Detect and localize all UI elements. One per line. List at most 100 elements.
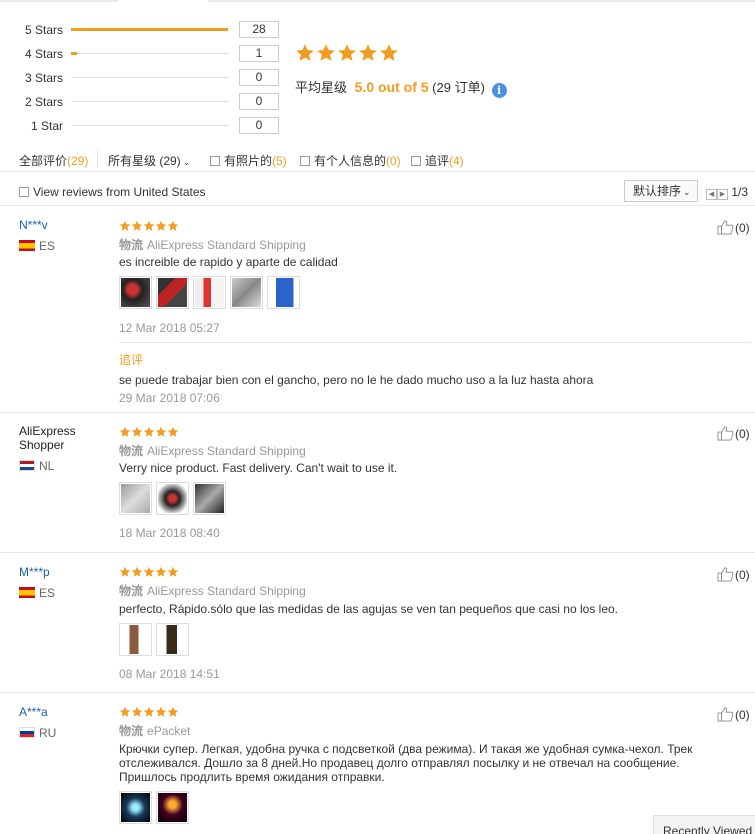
review-stars: [119, 566, 179, 578]
review-date: 08 Mar 2018 14:51: [119, 667, 220, 681]
review-photo[interactable]: [230, 276, 263, 309]
reviewer-name[interactable]: AliExpress Shopper: [19, 424, 76, 452]
review-photo[interactable]: [156, 791, 189, 824]
review-photo[interactable]: [193, 482, 226, 515]
pagination: ◀ ▶ 1/3: [706, 185, 748, 200]
star-icon: [143, 706, 155, 717]
star-icon: [143, 220, 155, 231]
checkbox[interactable]: [210, 156, 220, 166]
histogram-count: 0: [239, 69, 279, 86]
star-icon: [143, 566, 155, 577]
filter-followup[interactable]: 追评(4): [411, 152, 464, 169]
filter-with-photos[interactable]: 有照片的(5): [210, 152, 287, 169]
checkbox[interactable]: [300, 156, 310, 166]
star-icon: [131, 706, 143, 717]
divider: [97, 150, 98, 168]
review-photo[interactable]: [267, 276, 300, 309]
chevron-down-icon: ⌄: [182, 157, 191, 167]
histogram-row-3[interactable]: 3 Stars 0: [0, 66, 290, 90]
review-filter-bar: 全部评价(29) 所有星级 (29) ⌄ 有照片的(5) 有个人信息的(0) 追评…: [0, 146, 755, 172]
review-photo[interactable]: [119, 482, 152, 515]
review-photos: [119, 623, 189, 656]
average-stars: [295, 43, 399, 63]
review-photo[interactable]: [156, 482, 189, 515]
histogram-count: 1: [239, 45, 279, 62]
us-reviews-filter[interactable]: View reviews from United States: [19, 185, 206, 199]
flag-es-icon: [19, 240, 35, 251]
review-sub-bar: View reviews from United States 默认排序 ⌄ ◀ ▶…: [0, 180, 755, 206]
review-stars: [119, 706, 179, 718]
review-photo[interactable]: [119, 276, 152, 309]
reviewer-name[interactable]: N***v: [19, 218, 48, 232]
review-photo[interactable]: [156, 276, 189, 309]
star-icon: [155, 706, 167, 717]
reviewer-country: ES: [19, 586, 55, 600]
star-icon: [338, 44, 356, 61]
review-stars: [119, 426, 179, 438]
star-icon: [167, 220, 179, 231]
review-text: perfecto, Rápido.sólo que las medidas de…: [119, 602, 618, 616]
histogram-label: 5 Stars: [24, 23, 63, 37]
review-item: M***p ES 物流 AliExpress Standard Shipping …: [0, 553, 755, 693]
star-icon: [131, 566, 143, 577]
flag-es-icon: [19, 587, 35, 598]
checkbox[interactable]: [19, 187, 29, 197]
histogram-row-2[interactable]: 2 Stars 0: [0, 90, 290, 114]
review-photos: [119, 791, 189, 824]
info-icon[interactable]: i: [491, 83, 507, 98]
reviewer-country: NL: [19, 459, 54, 473]
prev-page-icon[interactable]: ◀: [706, 189, 717, 200]
recently-viewed-tab[interactable]: Recently Viewed: [653, 815, 755, 834]
thumbs-up-icon: [717, 707, 735, 722]
review-date: 12 Mar 2018 05:27: [119, 321, 220, 335]
review-photo[interactable]: [193, 276, 226, 309]
star-icon: [155, 566, 167, 577]
review-item: A***a RU 物流 ePacket Крючки супер. Легкая,…: [0, 693, 755, 834]
flag-ru-icon: [19, 727, 35, 738]
review-stars: [119, 220, 179, 232]
helpful-button[interactable]: (0): [717, 566, 750, 582]
sort-dropdown[interactable]: 默认排序 ⌄: [624, 180, 698, 202]
review-photo[interactable]: [119, 791, 152, 824]
flag-nl-icon: [19, 460, 35, 471]
top-divider: [0, 0, 755, 2]
star-icon: [119, 220, 131, 231]
star-icon: [167, 566, 179, 577]
shipping-method: 物流 ePacket: [119, 724, 191, 738]
reviewer-name[interactable]: M***p: [19, 565, 50, 579]
histogram-row-5[interactable]: 5 Stars 28: [0, 18, 290, 42]
shipping-method: 物流 AliExpress Standard Shipping: [119, 238, 306, 252]
reviewer-name[interactable]: A***a: [19, 705, 48, 719]
helpful-button[interactable]: (0): [717, 425, 750, 441]
star-icon: [155, 220, 167, 231]
histogram-bar: [71, 125, 228, 126]
review-photo[interactable]: [119, 623, 152, 656]
histogram-count: 0: [239, 117, 279, 134]
review-photos: [119, 276, 300, 309]
thumbs-up-icon: [717, 567, 735, 582]
star-icon: [167, 426, 179, 437]
histogram-count: 28: [239, 21, 279, 38]
star-icon: [119, 566, 131, 577]
checkbox[interactable]: [411, 156, 421, 166]
histogram-row-1[interactable]: 1 Star 0: [0, 114, 290, 138]
thumbs-up-icon: [717, 426, 735, 441]
star-icon: [143, 426, 155, 437]
average-label: 平均星级: [295, 80, 348, 95]
histogram-row-4[interactable]: 4 Stars 1: [0, 42, 290, 66]
rating-summary: 平均星级 5.0 out of 5 (29 订单) i: [295, 43, 507, 98]
histogram-label: 1 Star: [30, 119, 63, 133]
next-page-icon[interactable]: ▶: [717, 189, 728, 200]
star-filter-dropdown[interactable]: 所有星级 (29) ⌄: [108, 152, 190, 169]
star-icon: [167, 706, 179, 717]
histogram-count: 0: [239, 93, 279, 110]
star-icon: [296, 44, 314, 61]
helpful-button[interactable]: (0): [717, 219, 750, 235]
filter-all[interactable]: 全部评价(29): [19, 152, 88, 169]
histogram-label: 3 Stars: [24, 71, 63, 85]
histogram-bar: [71, 52, 228, 55]
histogram-bar: [71, 101, 228, 102]
filter-personal-info[interactable]: 有个人信息的(0): [300, 152, 401, 169]
helpful-button[interactable]: (0): [717, 706, 750, 722]
review-photo[interactable]: [156, 623, 189, 656]
